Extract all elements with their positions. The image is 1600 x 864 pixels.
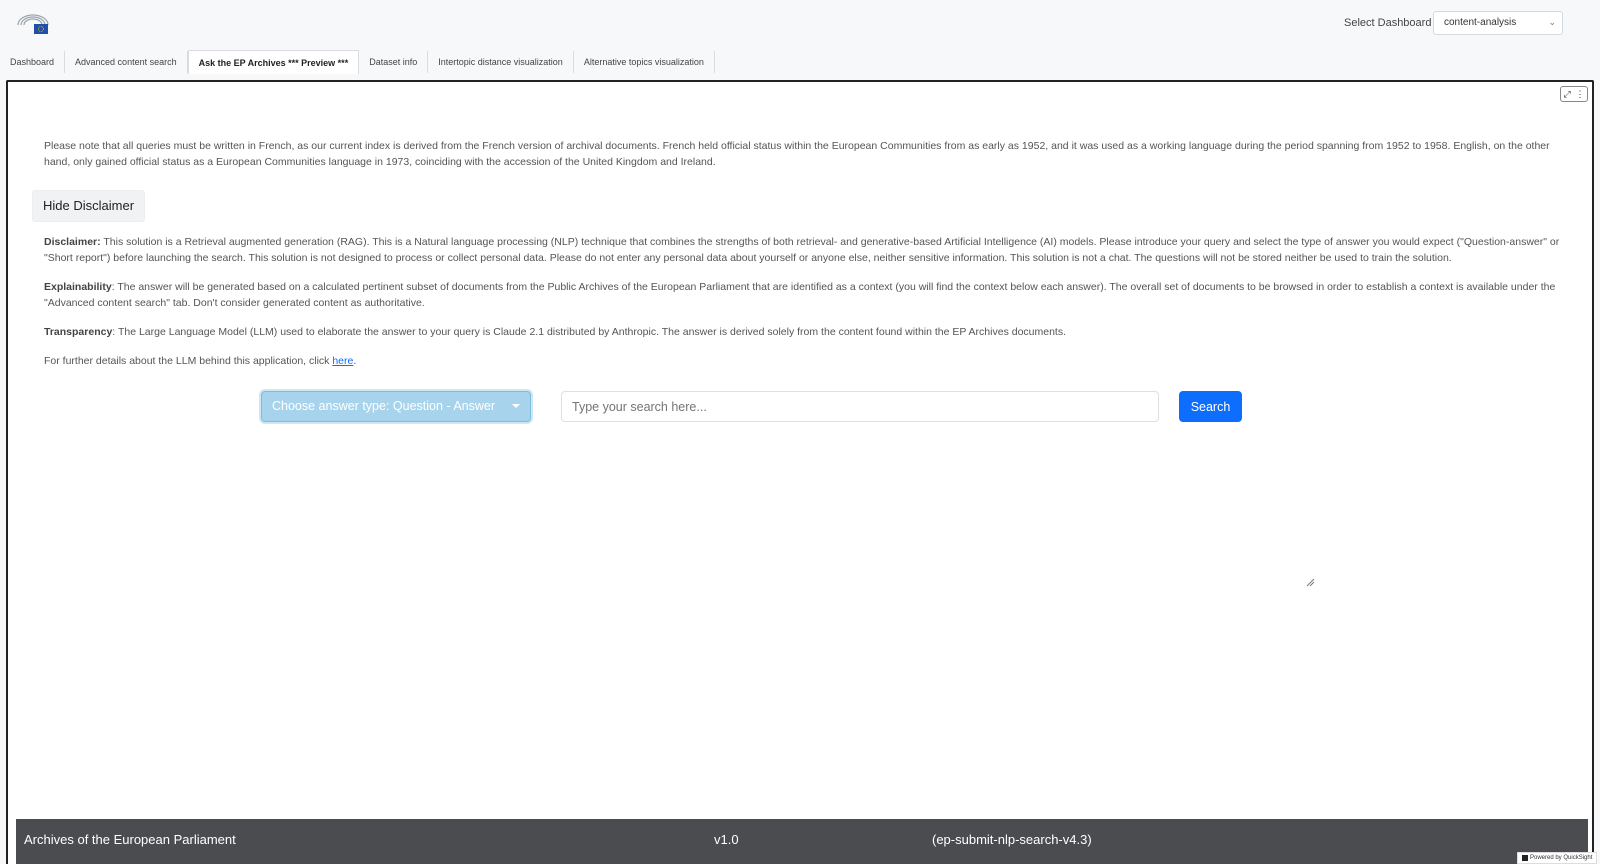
chevron-down-icon: ⌄ bbox=[1548, 17, 1556, 27]
footer-title: Archives of the European Parliament bbox=[24, 832, 236, 847]
transparency-paragraph: Transparency: The Large Language Model (… bbox=[44, 324, 1564, 340]
tab-bar: Dashboard Advanced content search Ask th… bbox=[0, 50, 1600, 74]
caret-down-icon bbox=[512, 404, 520, 408]
disclaimer-paragraph: Disclaimer: This solution is a Retrieval… bbox=[44, 234, 1564, 266]
transparency-text: : The Large Language Model (LLM) used to… bbox=[112, 326, 1067, 338]
disclaimer-text: This solution is a Retrieval augmented g… bbox=[44, 236, 1560, 264]
tab-intertopic-distance[interactable]: Intertopic distance visualization bbox=[428, 51, 574, 73]
footer-build: (ep-submit-nlp-search-v4.3) bbox=[932, 832, 1092, 847]
select-dashboard-label: Select Dashboard bbox=[1344, 17, 1432, 29]
answer-type-label: Choose answer type: Question - Answer bbox=[272, 399, 496, 413]
top-bar: Select Dashboard content-analysis ⌄ bbox=[0, 0, 1600, 48]
resize-handle-icon[interactable] bbox=[1305, 577, 1315, 587]
transparency-title: Transparency bbox=[44, 326, 113, 338]
tab-alternative-topics[interactable]: Alternative topics visualization bbox=[574, 51, 715, 73]
language-note: Please note that all queries must be wri… bbox=[44, 140, 1550, 168]
further-details-end: . bbox=[353, 355, 357, 367]
dashboard-select-value: content-analysis bbox=[1444, 17, 1517, 28]
quicksight-icon bbox=[1522, 855, 1528, 861]
search-input[interactable] bbox=[561, 391, 1159, 422]
more-options-icon[interactable]: ⋮ bbox=[1576, 89, 1585, 100]
hide-disclaimer-button[interactable]: Hide Disclaimer bbox=[32, 190, 146, 222]
footer-version: v1.0 bbox=[714, 832, 739, 847]
explainability-title: Explainability bbox=[44, 281, 112, 293]
powered-by-text: Powered by QuickSight bbox=[1530, 855, 1593, 861]
here-link[interactable]: here bbox=[332, 355, 353, 367]
disclaimer-title: Disclaimer: bbox=[44, 236, 101, 248]
tab-ask-the-ep-archives[interactable]: Ask the EP Archives *** Preview *** bbox=[187, 50, 360, 74]
frame-controls[interactable]: ⤢ ⋮ bbox=[1560, 86, 1588, 102]
european-parliament-logo-icon[interactable] bbox=[16, 13, 50, 35]
tab-advanced-content-search[interactable]: Advanced content search bbox=[65, 51, 188, 73]
tab-dashboard[interactable]: Dashboard bbox=[0, 51, 66, 73]
main-content: Please note that all queries must be wri… bbox=[32, 138, 1564, 382]
powered-by-badge[interactable]: Powered by QuickSight bbox=[1517, 852, 1597, 864]
query-row: Choose answer type: Question - Answer Se… bbox=[261, 391, 1261, 423]
explainability-paragraph: Explainability: The answer will be gener… bbox=[44, 279, 1564, 311]
explainability-text: : The answer will be generated based on … bbox=[44, 281, 1556, 309]
expand-icon[interactable]: ⤢ bbox=[1563, 89, 1570, 100]
answer-type-dropdown[interactable]: Choose answer type: Question - Answer bbox=[261, 391, 531, 422]
footer: Archives of the European Parliament v1.0… bbox=[16, 819, 1588, 864]
dashboard-select[interactable]: content-analysis ⌄ bbox=[1433, 11, 1563, 35]
tab-dataset-info[interactable]: Dataset info bbox=[359, 51, 429, 73]
further-details-paragraph: For further details about the LLM behind… bbox=[44, 353, 1564, 369]
search-button[interactable]: Search bbox=[1179, 391, 1242, 422]
further-details-text: For further details about the LLM behind… bbox=[44, 355, 333, 367]
embedded-app-frame: ⤢ ⋮ Please note that all queries must be… bbox=[6, 80, 1594, 864]
